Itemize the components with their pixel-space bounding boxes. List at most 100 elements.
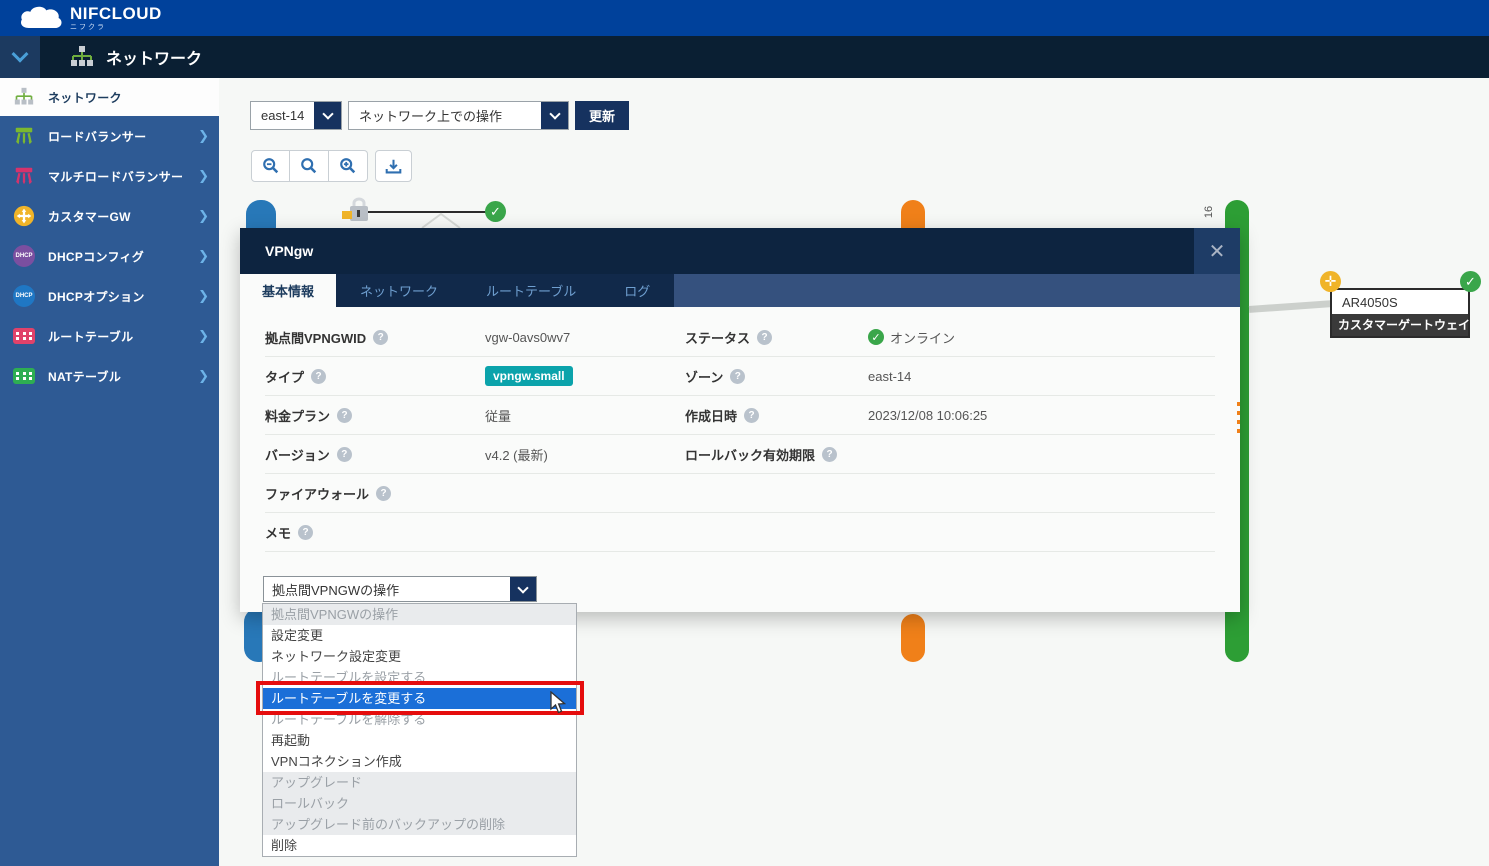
network-icon <box>70 45 94 69</box>
sidebar-item-nat-table[interactable]: NATテーブル ❯ <box>0 356 219 396</box>
sidebar-item-label: マルチロードバランサー <box>48 168 198 185</box>
menu-item-restart[interactable]: 再起動 <box>263 730 576 751</box>
help-icon[interactable]: ? <box>822 447 837 462</box>
zoom-reset-button[interactable] <box>290 150 329 182</box>
field-row: ファイアウォール? <box>265 474 1215 513</box>
cross-arrows-icon[interactable]: ✛ <box>1320 271 1341 292</box>
vpngw-action-select[interactable]: 拠点間VPNGWの操作 <box>263 576 537 602</box>
check-icon: ✓ <box>1460 271 1481 292</box>
chevron-down-icon <box>517 582 528 593</box>
chevron-down-icon <box>549 108 560 119</box>
field-value: vpngw.small <box>485 366 685 386</box>
menu-item-settings-change[interactable]: 設定変更 <box>263 625 576 646</box>
field-label: 料金プラン? <box>265 406 485 425</box>
sidebar-item-dhcp-option[interactable]: DHCP DHCPオプション ❯ <box>0 276 219 316</box>
route-table-icon <box>12 324 36 348</box>
load-balancer-icon <box>12 124 36 148</box>
network-action-select[interactable]: ネットワーク上での操作 <box>348 101 569 130</box>
sidebar-item-multi-load-balancer[interactable]: マルチロードバランサー ❯ <box>0 156 219 196</box>
menu-item-set-route-table: ルートテーブルを設定する <box>263 667 576 688</box>
field-label: ファイアウォール? <box>265 484 485 503</box>
zoom-out-button[interactable] <box>251 150 290 182</box>
help-icon[interactable]: ? <box>757 330 772 345</box>
sidebar-item-customer-gw[interactable]: カスタマーGW ❯ <box>0 196 219 236</box>
customer-gateway-card[interactable]: AR4050S カスタマーゲートウェイ <box>1330 288 1470 338</box>
brand: NIFCLOUD ニフクラ <box>70 5 162 31</box>
modal-header: VPNgw ✕ <box>240 228 1240 274</box>
close-button[interactable]: ✕ <box>1194 228 1240 274</box>
tab-basic-info[interactable]: 基本情報 <box>240 274 336 307</box>
segment-side-label-fragment <box>1237 402 1240 436</box>
modal-title: VPNgw <box>265 243 1194 259</box>
dhcp-config-icon: DHCP <box>12 244 36 268</box>
zoom-in-button[interactable] <box>329 150 368 182</box>
connector-line-gray <box>1249 300 1333 313</box>
sidebar-item-route-table[interactable]: ルートテーブル ❯ <box>0 316 219 356</box>
vpngw-action-select-value: 拠点間VPNGWの操作 <box>264 577 510 601</box>
help-icon[interactable]: ? <box>373 330 388 345</box>
zone-select-value: east-14 <box>251 102 314 129</box>
help-icon[interactable]: ? <box>337 408 352 423</box>
field-value: v4.2 (最新) <box>485 445 685 464</box>
field-row: タイプ? vpngw.small ゾーン? east-14 <box>265 357 1215 396</box>
chevron-right-icon: ❯ <box>198 248 209 264</box>
nav-collapse-button[interactable] <box>0 36 40 78</box>
field-label: ゾーン? <box>685 367 868 386</box>
download-button[interactable] <box>375 150 412 182</box>
vpngw-action-menu: 拠点間VPNGWの操作 設定変更 ネットワーク設定変更 ルートテーブルを設定する… <box>262 603 577 857</box>
field-label: タイプ? <box>265 367 485 386</box>
sidebar-item-load-balancer[interactable]: ロードバランサー ❯ <box>0 116 219 156</box>
network-segment-orange-bottom[interactable] <box>901 614 925 662</box>
tab-log[interactable]: ログ <box>600 274 674 307</box>
nat-table-icon <box>12 364 36 388</box>
tab-network[interactable]: ネットワーク <box>336 274 462 307</box>
service-nav-bar: ネットワーク <box>0 36 1489 78</box>
help-icon[interactable]: ? <box>337 447 352 462</box>
help-icon[interactable]: ? <box>376 486 391 501</box>
sidebar-item-dhcp-config[interactable]: DHCP DHCPコンフィグ ❯ <box>0 236 219 276</box>
zone-select[interactable]: east-14 <box>250 101 342 130</box>
sidebar-item-label: ロードバランサー <box>48 128 198 145</box>
field-row: バージョン? v4.2 (最新) ロールバック有効期限? <box>265 435 1215 474</box>
field-row: 料金プラン? 従量 作成日時? 2023/12/08 10:06:25 <box>265 396 1215 435</box>
firewall-lock-icon[interactable] <box>340 196 374 228</box>
field-label: バージョン? <box>265 445 485 464</box>
help-icon[interactable]: ? <box>298 525 313 540</box>
field-value: 2023/12/08 10:06:25 <box>868 408 1215 423</box>
help-icon[interactable]: ? <box>311 369 326 384</box>
zoom-in-icon <box>339 157 357 175</box>
refresh-button[interactable]: 更新 <box>575 101 629 130</box>
type-badge: vpngw.small <box>485 366 573 386</box>
field-label: ロールバック有効期限? <box>685 445 868 464</box>
tab-route-table[interactable]: ルートテーブル <box>462 274 600 307</box>
chevron-right-icon: ❯ <box>198 368 209 384</box>
field-label: メモ? <box>265 523 485 542</box>
sidebar-item-network[interactable]: ネットワーク <box>0 78 219 116</box>
check-icon: ✓ <box>868 329 884 345</box>
chevron-right-icon: ❯ <box>198 288 209 304</box>
menu-item-create-vpn-connection[interactable]: VPNコネクション作成 <box>263 751 576 772</box>
dhcp-option-icon: DHCP <box>12 284 36 308</box>
sidebar-item-label: NATテーブル <box>48 368 198 385</box>
menu-item-delete[interactable]: 削除 <box>263 835 576 856</box>
chevron-down-icon <box>322 108 333 119</box>
dropdown-arrow-button <box>314 102 341 129</box>
chevron-down-icon <box>12 46 29 63</box>
gateway-type-label: カスタマーゲートウェイ <box>1332 314 1468 336</box>
menu-item-change-route-table[interactable]: ルートテーブルを変更する <box>263 688 576 709</box>
chevron-right-icon: ❯ <box>198 328 209 344</box>
sidebar-item-label: ネットワーク <box>48 89 209 106</box>
chevron-right-icon: ❯ <box>198 128 209 144</box>
network-icon <box>12 85 36 109</box>
help-icon[interactable]: ? <box>744 408 759 423</box>
field-label: ステータス? <box>685 328 868 347</box>
help-icon[interactable]: ? <box>730 369 745 384</box>
close-icon: ✕ <box>1209 239 1226 264</box>
sidebar-item-label: DHCPオプション <box>48 288 198 305</box>
segment-label: 16 <box>1203 206 1215 218</box>
zoom-out-icon <box>262 157 280 175</box>
menu-item-network-settings-change[interactable]: ネットワーク設定変更 <box>263 646 576 667</box>
page-title: ネットワーク <box>106 45 202 69</box>
modal-body: 拠点間VPNGWID? vgw-0avs0wv7 ステータス? ✓オンライン タ… <box>240 307 1240 552</box>
gateway-name: AR4050S <box>1332 290 1468 314</box>
